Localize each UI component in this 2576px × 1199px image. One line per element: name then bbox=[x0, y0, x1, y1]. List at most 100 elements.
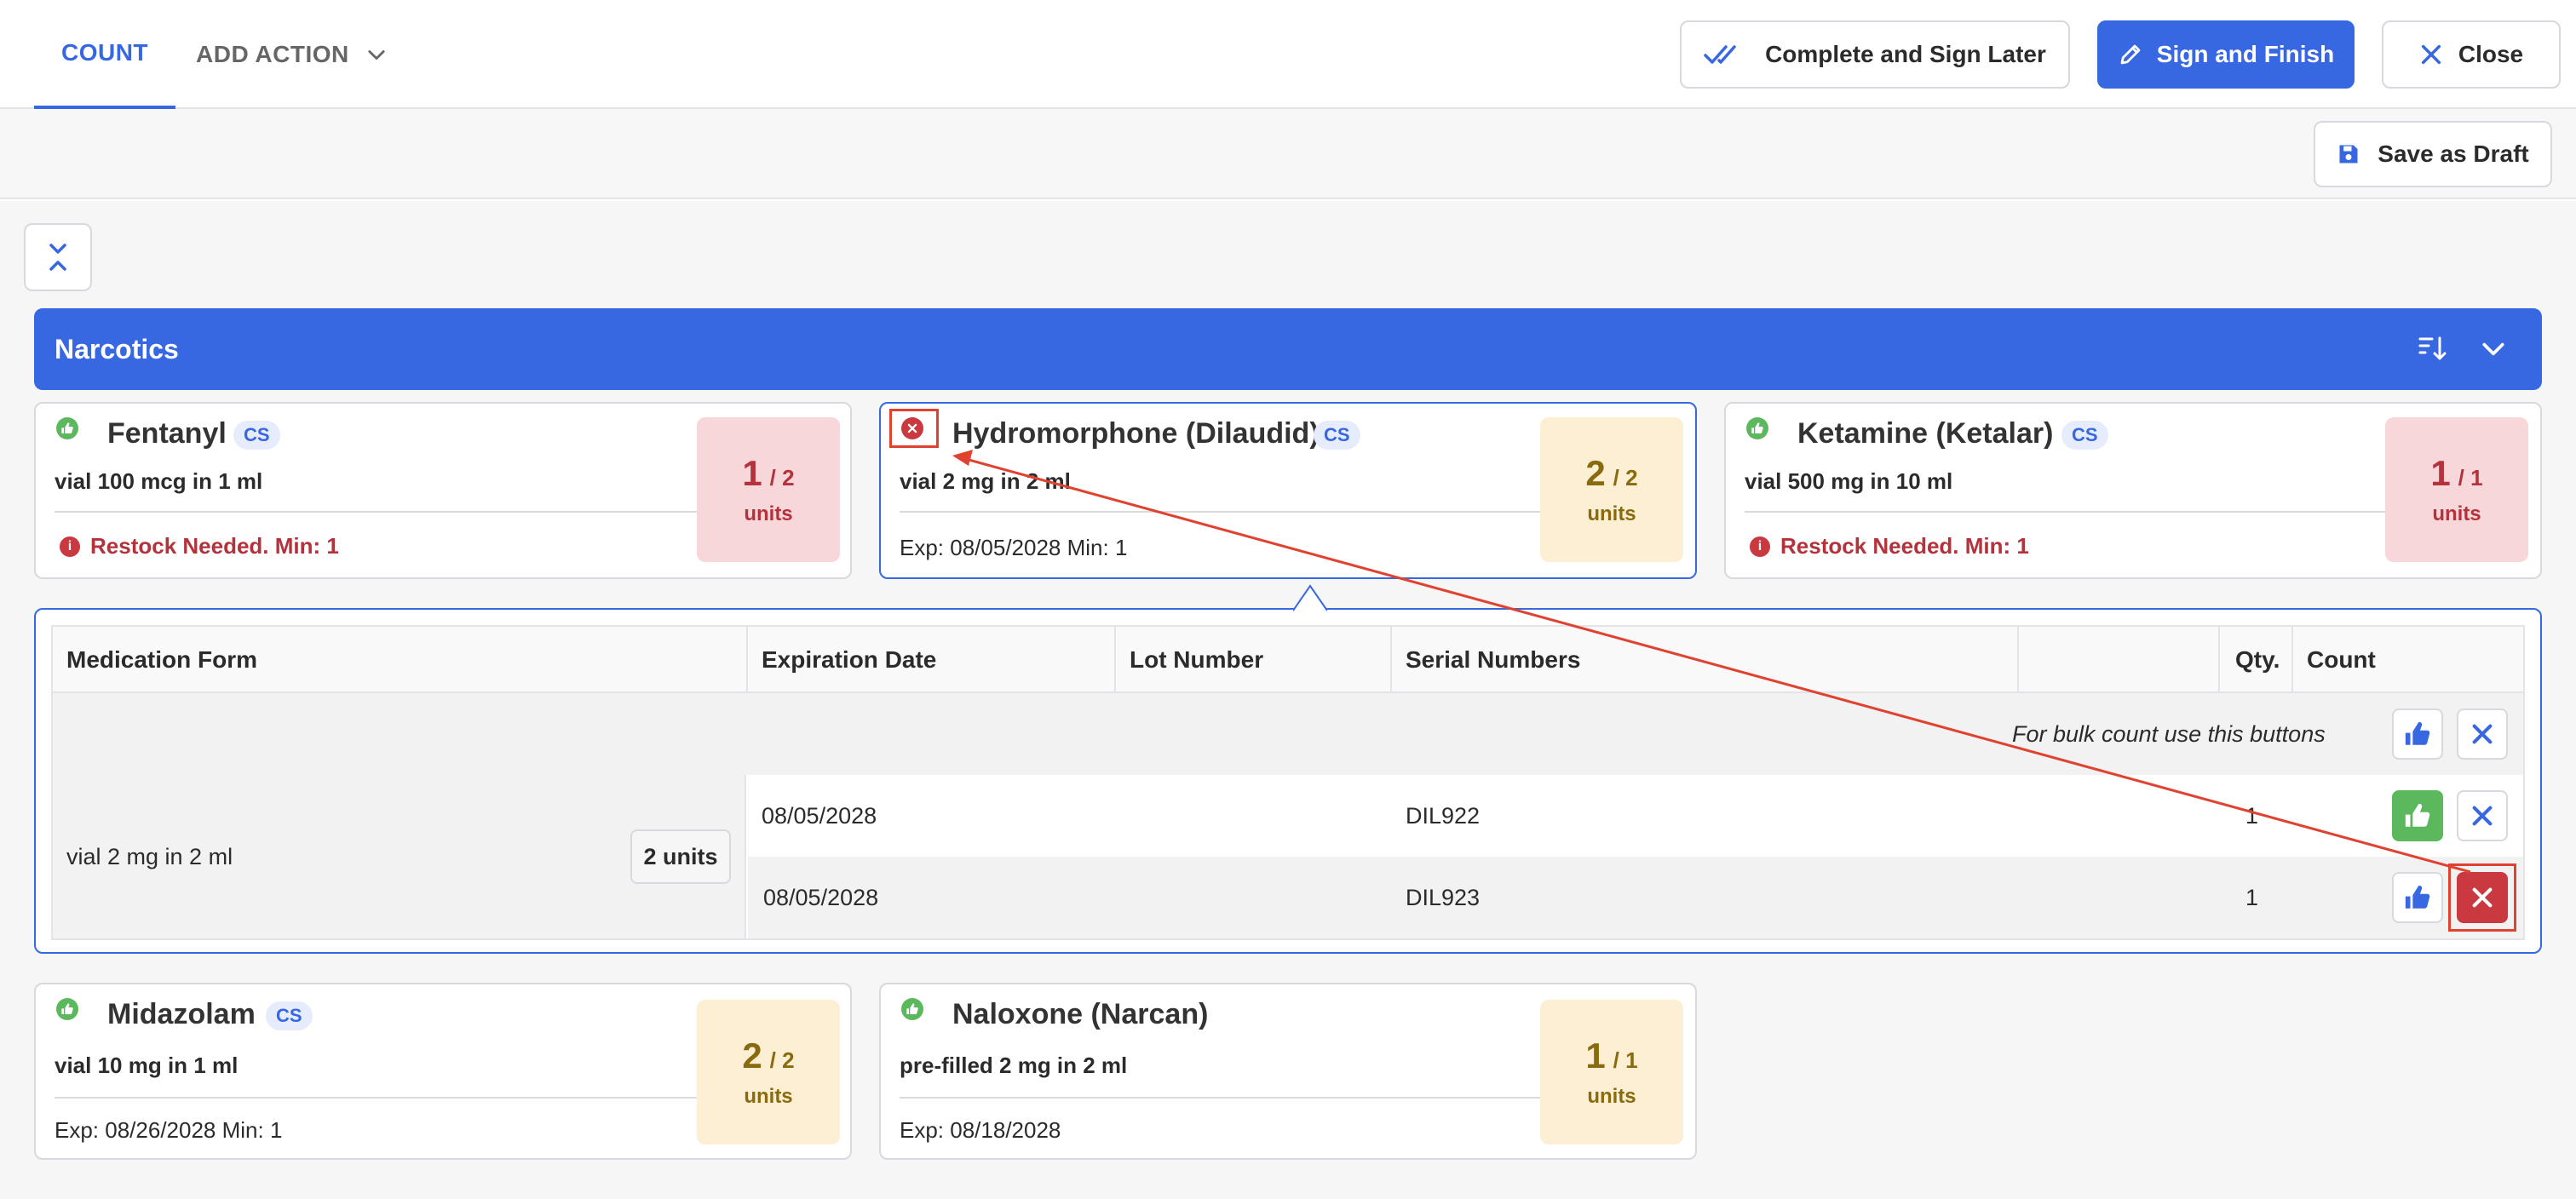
divider bbox=[900, 1097, 1544, 1099]
thumbs-up-status-icon bbox=[56, 998, 78, 1020]
restock-text: Restock Needed. Min: 1 bbox=[90, 533, 339, 559]
medication-card-fentanyl[interactable]: Fentanyl CS vial 100 mcg in 1 ml i Resto… bbox=[34, 402, 852, 579]
table-header bbox=[53, 627, 2523, 693]
complete-sign-later-label: Complete and Sign Later bbox=[1765, 41, 2046, 67]
counted-value: 1 bbox=[1585, 1036, 1606, 1076]
info-icon: i bbox=[60, 536, 80, 557]
close-label: Close bbox=[2458, 41, 2524, 67]
chevron-down-icon[interactable] bbox=[2479, 336, 2508, 363]
divider bbox=[55, 511, 719, 513]
lot-table: Medication Form Expiration Date Lot Numb… bbox=[51, 625, 2525, 940]
total-value: / 1 bbox=[2458, 465, 2483, 490]
chevron-down-icon bbox=[365, 43, 388, 66]
count-badge: 1 / 1 units bbox=[1540, 1000, 1683, 1144]
row-approve-button-active[interactable] bbox=[2392, 790, 2443, 841]
bulk-hint: For bulk count use this buttons bbox=[2012, 720, 2326, 747]
row-approve-button[interactable] bbox=[2392, 872, 2443, 923]
panel-pointer bbox=[1293, 584, 1327, 611]
serial-cell: DIL923 bbox=[1406, 884, 1481, 910]
annotation-highlight-box bbox=[889, 409, 939, 448]
medication-description: vial 100 mcg in 1 ml bbox=[55, 468, 263, 494]
column-lot-number: Lot Number bbox=[1130, 646, 1264, 673]
form-units-badge: 2 units bbox=[630, 829, 731, 884]
collapse-all-button[interactable] bbox=[24, 223, 92, 291]
collapse-chevrons-icon bbox=[46, 242, 70, 272]
medication-description: vial 10 mg in 1 ml bbox=[55, 1053, 239, 1078]
action-strip bbox=[0, 109, 2576, 199]
section-title: Narcotics bbox=[55, 333, 179, 364]
info-icon: i bbox=[1750, 536, 1770, 557]
save-draft-label: Save as Draft bbox=[2378, 141, 2529, 167]
serial-cell: DIL922 bbox=[1406, 802, 1481, 829]
expiration-cell: 08/05/2028 bbox=[763, 884, 879, 910]
sort-icon[interactable] bbox=[2418, 336, 2447, 363]
close-button[interactable]: Close bbox=[2382, 20, 2561, 89]
count-badge: 1 / 2 units bbox=[697, 417, 840, 562]
total-value: / 2 bbox=[1613, 465, 1638, 490]
counted-value: 1 bbox=[2430, 453, 2451, 493]
thumbs-up-icon bbox=[2403, 883, 2432, 912]
column-expiration-date: Expiration Date bbox=[762, 646, 937, 673]
divider bbox=[1745, 511, 2392, 513]
save-draft-button[interactable]: Save as Draft bbox=[2314, 121, 2552, 187]
medication-card-ketamine[interactable]: Ketamine (Ketalar) CS vial 500 mg in 10 … bbox=[1724, 402, 2542, 579]
thumbs-up-status-icon bbox=[1746, 417, 1768, 439]
annotation-highlight-box bbox=[2448, 863, 2516, 932]
lot-detail-panel: Medication Form Expiration Date Lot Numb… bbox=[34, 584, 2542, 954]
bulk-approve-button[interactable] bbox=[2392, 708, 2443, 760]
unit-label: units bbox=[1587, 1085, 1636, 1108]
count-badge: 2 / 2 units bbox=[1540, 417, 1683, 562]
sign-and-finish-button[interactable]: Sign and Finish bbox=[2097, 20, 2355, 89]
medication-name: Naloxone (Narcan) bbox=[952, 998, 1209, 1030]
counted-value: 1 bbox=[742, 453, 762, 493]
double-check-icon bbox=[1704, 42, 1743, 67]
complete-sign-later-button[interactable]: Complete and Sign Later bbox=[1680, 20, 2070, 89]
column-serial-numbers: Serial Numbers bbox=[1406, 646, 1581, 673]
unit-label: units bbox=[744, 502, 793, 525]
thumbs-up-status-icon bbox=[56, 417, 78, 439]
close-icon bbox=[2419, 43, 2443, 66]
medication-card-hydromorphone[interactable]: Hydromorphone (Dilaudid) CS vial 2 mg in… bbox=[879, 402, 1697, 579]
divider bbox=[900, 511, 1544, 513]
restock-warning: i Restock Needed. Min: 1 bbox=[60, 533, 339, 559]
total-value: / 2 bbox=[769, 1047, 795, 1073]
tab-add-action[interactable]: ADD ACTION bbox=[196, 0, 388, 109]
qty-cell: 1 bbox=[2245, 884, 2259, 910]
medication-description: pre-filled 2 mg in 2 ml bbox=[900, 1053, 1128, 1078]
qty-cell: 1 bbox=[2245, 802, 2259, 829]
medication-description: vial 2 mg in 2 ml bbox=[900, 468, 1071, 494]
floppy-disk-icon bbox=[2337, 142, 2360, 166]
cs-tag: CS bbox=[1314, 421, 1360, 450]
close-icon bbox=[2470, 804, 2494, 828]
bulk-reject-button[interactable] bbox=[2457, 708, 2508, 760]
thumbs-up-icon bbox=[2403, 720, 2432, 749]
column-qty: Qty. bbox=[2235, 646, 2280, 673]
tab-count[interactable]: COUNT bbox=[34, 0, 175, 109]
tab-add-action-label: ADD ACTION bbox=[196, 41, 349, 67]
count-badge: 1 / 1 units bbox=[2385, 417, 2528, 562]
column-divider bbox=[746, 627, 748, 693]
column-count: Count bbox=[2307, 646, 2376, 673]
medication-name: Fentanyl bbox=[107, 417, 227, 450]
unit-label: units bbox=[744, 1085, 793, 1108]
expiration-info: Exp: 08/18/2028 bbox=[900, 1117, 1061, 1143]
medication-name: Hydromorphone (Dilaudid) bbox=[952, 417, 1320, 450]
cs-tag: CS bbox=[2061, 421, 2108, 450]
unit-label: units bbox=[2432, 502, 2481, 525]
medication-card-naloxone[interactable]: Naloxone (Narcan) pre-filled 2 mg in 2 m… bbox=[879, 983, 1697, 1160]
unit-label: units bbox=[1587, 502, 1636, 525]
expiration-cell: 08/05/2028 bbox=[762, 802, 877, 829]
medication-name: Ketamine (Ketalar) bbox=[1797, 417, 2054, 450]
row-reject-button[interactable] bbox=[2457, 790, 2508, 841]
section-header[interactable]: Narcotics bbox=[34, 308, 2542, 390]
restock-text: Restock Needed. Min: 1 bbox=[1780, 533, 2029, 559]
pen-icon bbox=[2118, 42, 2143, 67]
medication-description: vial 500 mg in 10 ml bbox=[1745, 468, 1953, 494]
thumbs-up-status-icon bbox=[901, 998, 923, 1020]
close-icon bbox=[2470, 722, 2494, 746]
divider bbox=[55, 1097, 719, 1099]
medication-card-midazolam[interactable]: Midazolam CS vial 10 mg in 1 ml Exp: 08/… bbox=[34, 983, 852, 1160]
total-value: / 2 bbox=[769, 465, 795, 490]
column-medication-form: Medication Form bbox=[66, 646, 258, 673]
expiration-info: Exp: 08/26/2028 Min: 1 bbox=[55, 1117, 283, 1143]
